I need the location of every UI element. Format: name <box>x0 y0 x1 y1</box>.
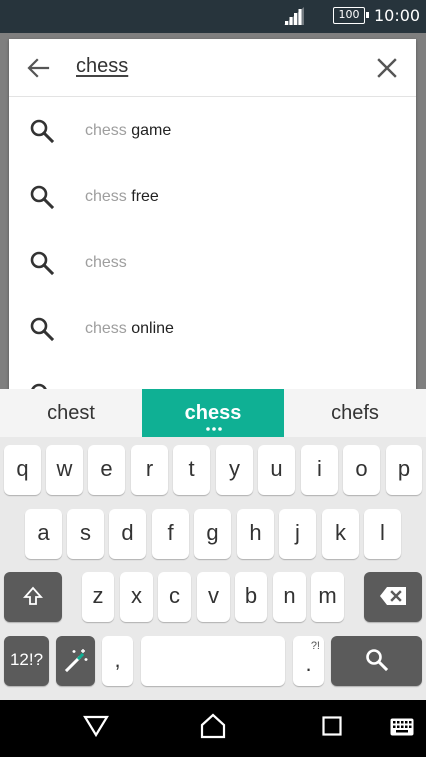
navigation-bar <box>0 700 426 757</box>
suggestion-item[interactable]: chess <box>9 230 416 296</box>
suggestion-item[interactable]: chess game <box>9 98 416 164</box>
suggestion-text: chess <box>85 254 127 271</box>
battery-icon: 100 <box>333 7 369 24</box>
suggestion-text: chess online <box>85 320 174 337</box>
key-o[interactable]: o <box>343 445 380 495</box>
key-i[interactable]: i <box>301 445 338 495</box>
key-s[interactable]: s <box>67 509 104 559</box>
suggestion-item-partial[interactable] <box>9 362 416 391</box>
back-nav-icon[interactable] <box>83 714 109 738</box>
signal-icon <box>284 7 304 25</box>
key-m[interactable]: m <box>311 572 344 622</box>
search-panel: chess chess game chess free chess chess … <box>9 39 416 391</box>
close-icon[interactable] <box>373 54 401 82</box>
suggestion-item[interactable]: chess online <box>9 296 416 362</box>
search-key[interactable] <box>331 636 422 686</box>
key-b[interactable]: b <box>235 572 267 622</box>
recent-apps-icon[interactable] <box>322 716 342 736</box>
keyboard-icon[interactable] <box>390 718 414 736</box>
suggestion-text: chess free <box>85 188 159 205</box>
backspace-icon <box>380 587 406 605</box>
key-g[interactable]: g <box>194 509 231 559</box>
more-dots-icon <box>206 427 222 431</box>
space-key[interactable] <box>141 636 285 686</box>
key-e[interactable]: e <box>88 445 125 495</box>
shift-icon <box>22 586 44 605</box>
search-icon <box>30 185 55 210</box>
search-icon <box>365 649 388 672</box>
magic-wand-icon <box>64 649 87 673</box>
back-arrow-icon[interactable] <box>23 53 53 83</box>
word-suggestion[interactable]: chest <box>0 389 142 437</box>
word-suggestion-selected[interactable]: chess <box>142 389 284 437</box>
status-bar: 100 10:00 <box>0 0 426 33</box>
key-period[interactable]: ?! . <box>293 636 324 686</box>
search-bar: chess <box>9 39 416 97</box>
shift-key[interactable] <box>4 572 62 622</box>
key-l[interactable]: l <box>364 509 401 559</box>
period-label: . <box>305 651 312 676</box>
search-icon <box>30 317 55 342</box>
key-a[interactable]: a <box>25 509 62 559</box>
key-c[interactable]: c <box>158 572 191 622</box>
word-suggestion[interactable]: chefs <box>284 389 426 437</box>
word-suggestion-strip: chest chess chefs <box>0 389 426 437</box>
key-v[interactable]: v <box>197 572 230 622</box>
key-q[interactable]: q <box>4 445 41 495</box>
key-j[interactable]: j <box>279 509 316 559</box>
backspace-key[interactable] <box>364 572 422 622</box>
key-t[interactable]: t <box>173 445 210 495</box>
search-icon <box>30 119 55 144</box>
battery-level: 100 <box>338 8 360 21</box>
search-icon <box>30 251 55 276</box>
key-comma[interactable]: , <box>102 636 133 686</box>
key-z[interactable]: z <box>82 572 114 622</box>
search-input[interactable]: chess <box>76 55 128 78</box>
word-suggestion-label: chess <box>184 402 242 424</box>
magic-wand-key[interactable] <box>56 636 95 686</box>
symbols-key[interactable]: 12!? <box>4 636 49 686</box>
key-k[interactable]: k <box>322 509 359 559</box>
suggestion-text: chess game <box>85 122 172 139</box>
home-nav-icon[interactable] <box>200 713 226 739</box>
key-w[interactable]: w <box>46 445 83 495</box>
key-y[interactable]: y <box>216 445 253 495</box>
keyboard: chest chess chefs q w e r t y u i o p a … <box>0 389 426 700</box>
clock: 10:00 <box>374 6 421 25</box>
key-p[interactable]: p <box>386 445 422 495</box>
key-u[interactable]: u <box>258 445 295 495</box>
key-f[interactable]: f <box>152 509 189 559</box>
suggestion-item[interactable]: chess free <box>9 164 416 230</box>
key-n[interactable]: n <box>273 572 306 622</box>
key-x[interactable]: x <box>120 572 153 622</box>
key-h[interactable]: h <box>237 509 274 559</box>
key-d[interactable]: d <box>109 509 146 559</box>
key-r[interactable]: r <box>131 445 168 495</box>
